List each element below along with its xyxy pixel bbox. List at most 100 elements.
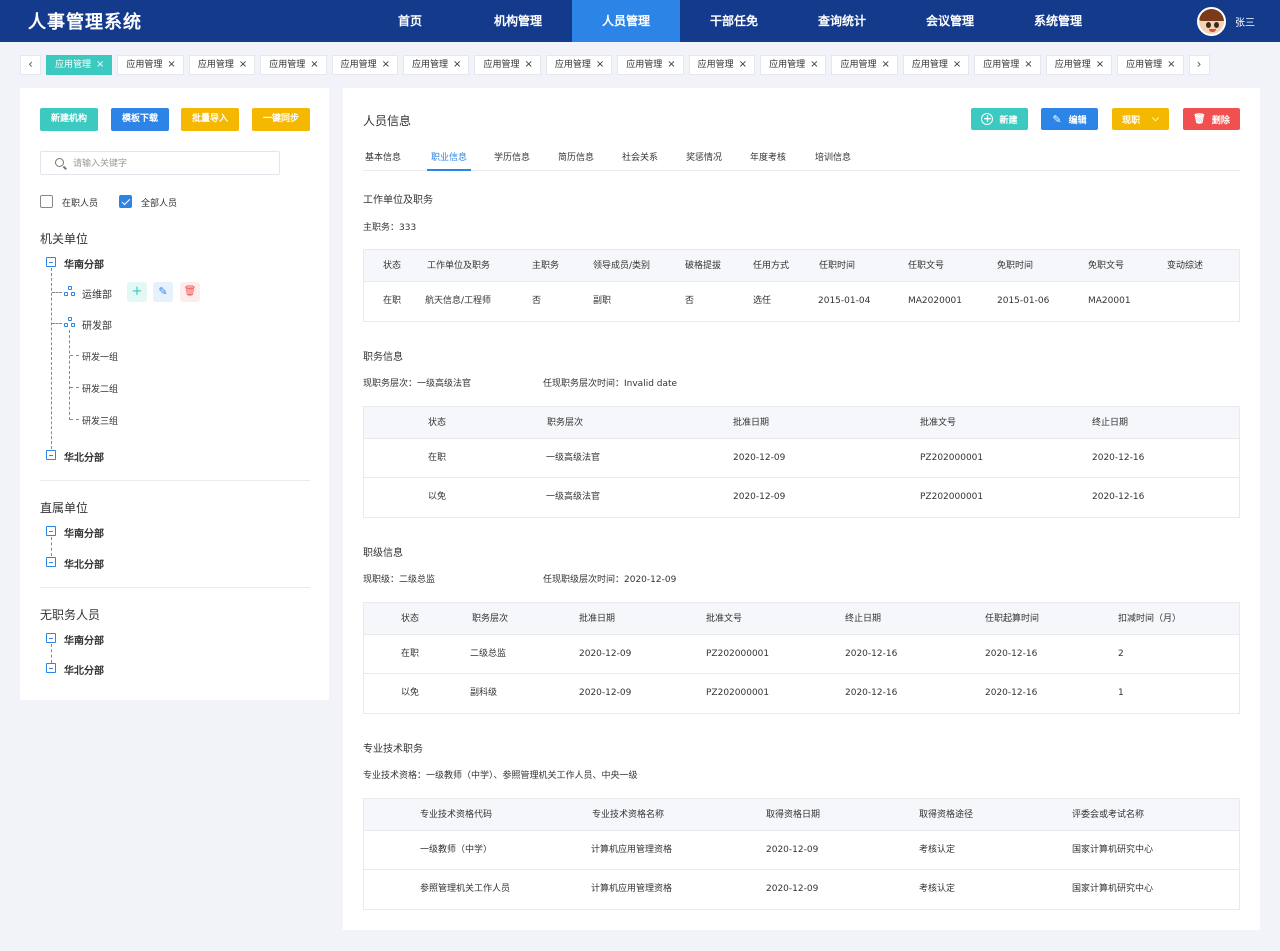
section-title-jiguan: 机关单位 bbox=[40, 232, 89, 246]
table-cell: PZ202000001 bbox=[706, 688, 770, 698]
status-dropdown[interactable]: 现职 ⌵ bbox=[1112, 108, 1169, 130]
open-tab[interactable]: 应用管理 × bbox=[260, 55, 327, 75]
open-tab[interactable]: 应用管理 × bbox=[331, 55, 399, 75]
close-icon[interactable]: × bbox=[382, 56, 390, 74]
nav-item-org[interactable]: 机构管理 bbox=[464, 0, 572, 42]
open-tab[interactable]: 应用管理 × bbox=[688, 55, 756, 75]
collapse-icon[interactable] bbox=[46, 526, 56, 536]
one-click-sync-button[interactable]: 一键同步 bbox=[252, 108, 310, 131]
tree-node-south[interactable]: 华南分部 bbox=[64, 256, 104, 271]
close-icon[interactable]: × bbox=[239, 56, 247, 74]
close-icon[interactable]: × bbox=[881, 56, 889, 74]
search-input[interactable] bbox=[73, 156, 273, 171]
tree-node-south[interactable]: 华南分部 bbox=[64, 632, 104, 647]
table-row[interactable]: 参照管理机关工作人员 计算机应用管理资格 2020-12-09 考核认定 国家计… bbox=[364, 870, 1239, 909]
tabs-next-button[interactable]: › bbox=[1188, 55, 1210, 75]
user-name[interactable]: 张三 bbox=[1235, 14, 1255, 29]
template-download-button[interactable]: 模板下载 bbox=[111, 108, 169, 131]
close-icon[interactable]: × bbox=[167, 56, 175, 74]
nav-item-appointment[interactable]: 干部任免 bbox=[680, 0, 788, 42]
close-icon[interactable]: × bbox=[453, 56, 461, 74]
collapse-icon[interactable] bbox=[46, 663, 56, 673]
tree-node-north[interactable]: 华北分部 bbox=[64, 556, 104, 571]
column-header: 任职时间 bbox=[819, 261, 856, 271]
table-row[interactable]: 一级教师（中学） 计算机应用管理资格 2020-12-09 考核认定 国家计算机… bbox=[364, 831, 1239, 870]
add-node-button[interactable]: + bbox=[127, 282, 147, 302]
tree-node-south[interactable]: 华南分部 bbox=[64, 525, 104, 540]
close-icon[interactable]: × bbox=[810, 56, 818, 74]
tab-annual[interactable]: 年度考核 bbox=[750, 150, 786, 171]
table-cell: 2020-12-09 bbox=[766, 845, 819, 855]
table-header: 状态 职务层次 批准日期 批准文号 终止日期 任职起算时间 扣减时间（月） bbox=[364, 603, 1239, 635]
active-staff-checkbox[interactable] bbox=[40, 195, 53, 208]
work-table: 状态 工作单位及职务 主职务 领导成员/类别 破格提拔 任用方式 任职时间 任职… bbox=[363, 249, 1240, 322]
table-row[interactable]: 在职 一级高级法官 2020-12-09 PZ202000001 2020-12… bbox=[364, 439, 1239, 478]
open-tab[interactable]: 应用管理 × bbox=[545, 55, 613, 75]
tree-node-north[interactable]: 华北分部 bbox=[64, 449, 104, 464]
avatar[interactable] bbox=[1197, 7, 1226, 36]
new-org-button[interactable]: 新建机构 bbox=[40, 108, 98, 131]
open-tab[interactable]: 应用管理 × bbox=[474, 55, 541, 75]
open-tab[interactable]: 应用管理 × bbox=[1117, 55, 1184, 75]
nav-item-home[interactable]: 首页 bbox=[356, 0, 464, 42]
table-cell: 2 bbox=[1118, 649, 1124, 659]
collapse-icon[interactable] bbox=[46, 257, 56, 267]
table-row[interactable]: 在职 航天信息/工程师 否 副职 否 选任 2015-01-04 MA20200… bbox=[364, 282, 1239, 321]
open-tab[interactable]: 应用管理 × bbox=[831, 55, 898, 75]
table-row[interactable]: 以免 副科级 2020-12-09 PZ202000001 2020-12-16… bbox=[364, 674, 1239, 713]
close-icon[interactable]: × bbox=[953, 56, 961, 74]
open-tab[interactable]: 应用管理 × bbox=[46, 55, 113, 75]
close-icon[interactable]: × bbox=[524, 56, 532, 74]
table-cell: 2020-12-09 bbox=[579, 688, 632, 698]
all-staff-checkbox[interactable] bbox=[119, 195, 132, 208]
tabs-prev-button[interactable]: ‹ bbox=[20, 55, 41, 75]
close-icon[interactable]: × bbox=[96, 56, 104, 74]
open-tab[interactable]: 应用管理 × bbox=[188, 55, 256, 75]
table-row[interactable]: 以免 一级高级法官 2020-12-09 PZ202000001 2020-12… bbox=[364, 478, 1239, 517]
collapse-icon[interactable] bbox=[46, 633, 56, 643]
close-icon[interactable]: × bbox=[1167, 56, 1175, 74]
open-tab[interactable]: 应用管理 × bbox=[1045, 55, 1113, 75]
open-tab[interactable]: 应用管理 × bbox=[760, 55, 827, 75]
tab-education[interactable]: 学历信息 bbox=[494, 150, 530, 171]
edit-node-button[interactable]: ✎ bbox=[153, 282, 173, 302]
close-icon[interactable]: × bbox=[1024, 56, 1032, 74]
nav-item-personnel[interactable]: 人员管理 bbox=[572, 0, 680, 42]
open-tab[interactable]: 应用管理 × bbox=[403, 55, 470, 75]
nav-item-meeting[interactable]: 会议管理 bbox=[896, 0, 1004, 42]
edit-button[interactable]: ✎ 编辑 bbox=[1041, 108, 1098, 130]
batch-import-button[interactable]: 批量导入 bbox=[181, 108, 239, 131]
open-tab[interactable]: 应用管理 × bbox=[117, 55, 184, 75]
delete-button[interactable]: 🗑 删除 bbox=[1183, 108, 1240, 130]
collapse-icon[interactable] bbox=[46, 557, 56, 567]
close-icon[interactable]: × bbox=[596, 56, 604, 74]
tree-leaf-group[interactable]: 研发二组 bbox=[82, 382, 118, 395]
table-row[interactable]: 在职 二级总监 2020-12-09 PZ202000001 2020-12-1… bbox=[364, 635, 1239, 674]
tab-social[interactable]: 社会关系 bbox=[622, 150, 658, 171]
close-icon[interactable]: × bbox=[310, 56, 318, 74]
tab-training[interactable]: 培训信息 bbox=[815, 150, 851, 171]
open-tab[interactable]: 应用管理 × bbox=[974, 55, 1041, 75]
collapse-icon[interactable] bbox=[46, 450, 56, 460]
tree-node-yanfa[interactable]: 研发部 bbox=[82, 317, 112, 332]
new-button[interactable]: + 新建 bbox=[971, 108, 1028, 130]
table-cell: 2020-12-16 bbox=[985, 649, 1038, 659]
tree-leaf-group[interactable]: 研发一组 bbox=[82, 350, 118, 363]
tab-career[interactable]: 职业信息 bbox=[427, 150, 472, 171]
tab-resume[interactable]: 简历信息 bbox=[558, 150, 594, 171]
open-tab[interactable]: 应用管理 × bbox=[902, 55, 970, 75]
delete-node-button[interactable]: 🗑 bbox=[180, 282, 200, 302]
open-tab[interactable]: 应用管理 × bbox=[617, 55, 684, 75]
close-icon[interactable]: × bbox=[739, 56, 747, 74]
tab-rewards[interactable]: 奖惩情况 bbox=[686, 150, 722, 171]
tree-node-yunwei[interactable]: 运维部 bbox=[82, 286, 112, 301]
current-duty-level: 现职务层次：一级高级法官 bbox=[363, 379, 472, 389]
nav-item-query[interactable]: 查询统计 bbox=[788, 0, 896, 42]
column-header: 破格提拔 bbox=[685, 261, 722, 271]
close-icon[interactable]: × bbox=[667, 56, 675, 74]
tree-leaf-group[interactable]: 研发三组 bbox=[82, 414, 118, 427]
tree-node-north[interactable]: 华北分部 bbox=[64, 662, 104, 677]
close-icon[interactable]: × bbox=[1096, 56, 1104, 74]
tab-basic[interactable]: 基本信息 bbox=[365, 150, 401, 171]
nav-item-system[interactable]: 系统管理 bbox=[1004, 0, 1112, 42]
